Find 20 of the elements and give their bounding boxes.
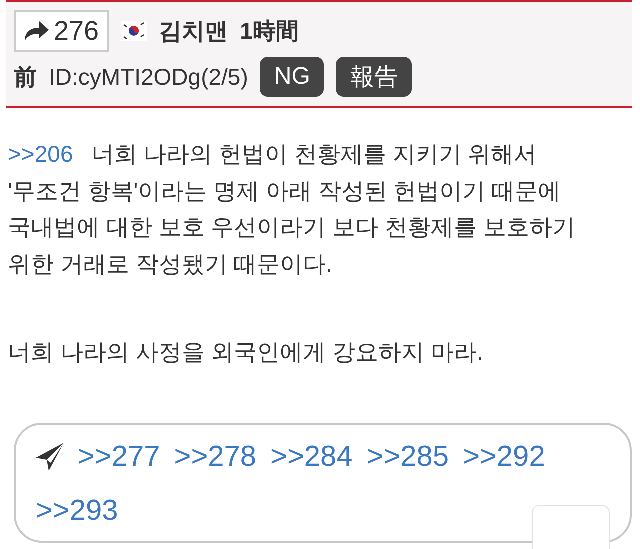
ng-button[interactable]: NG xyxy=(260,57,324,97)
poster-name: 김치맨 xyxy=(159,16,228,46)
reply-link[interactable]: >>284 xyxy=(270,434,353,478)
scroll-top-button[interactable] xyxy=(532,504,610,549)
post-text: 너희 나라의 사정을 외국인에게 강요하지 마라. xyxy=(8,338,484,367)
flag-icon xyxy=(121,21,148,41)
reply-link[interactable]: >>278 xyxy=(174,434,257,478)
post-time: 前 xyxy=(14,62,37,92)
post-text: >>206 너희 나라의 헌법이 천황제를 지키기 위해서 '무조건 항복'이라는 명제 아래 작성된 헌법이기 때문에 국내법에 대한 보호 우선이라기 보다 천황제를 보호하기 위한 거래로 작성됐기 때문이다. xyxy=(8,140,576,278)
anchor-link[interactable]: >>206 xyxy=(8,141,74,167)
reply-link[interactable]: >>277 xyxy=(78,434,160,478)
poster-id: ID:cyMTI2ODg(2/5) xyxy=(49,64,248,90)
report-button[interactable]: 報告 xyxy=(336,57,412,97)
send-icon xyxy=(36,442,64,470)
post-time: 1時間 xyxy=(240,16,299,46)
reply-count[interactable]: 276 xyxy=(14,10,110,52)
reply-link[interactable]: >>285 xyxy=(366,434,450,478)
share-arrow-icon xyxy=(24,20,50,42)
reply-link[interactable]: >>292 xyxy=(463,434,546,478)
reply-link[interactable]: >>293 xyxy=(36,488,118,532)
